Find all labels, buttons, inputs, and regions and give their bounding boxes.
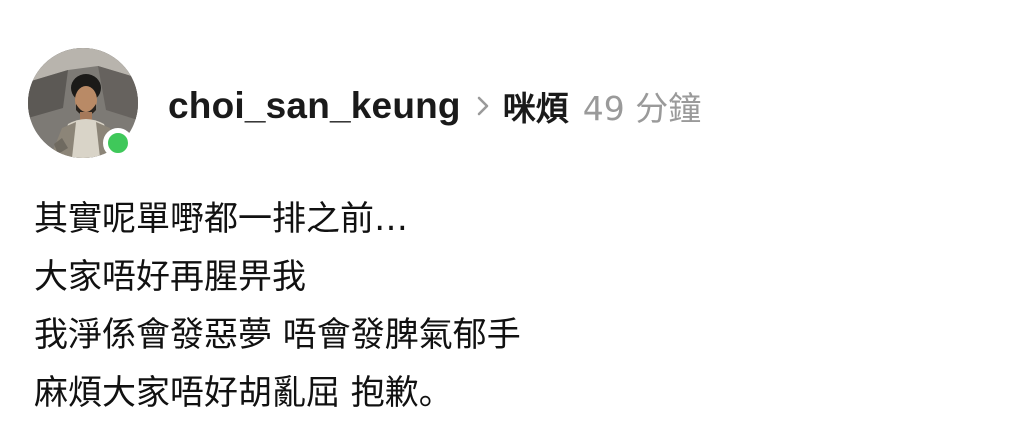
post-line: 我淨係會發惡夢 唔會發脾氣郁手 xyxy=(34,315,521,355)
topic-tag[interactable]: 咪煩 xyxy=(503,82,569,130)
post-line: 其實呢單嘢都一排之前… xyxy=(34,199,408,239)
threads-post: choi_san_keung 咪煩 49 分鐘 其實呢單嘢都一排之前… 大家唔好… xyxy=(0,0,1024,444)
username-link[interactable]: choi_san_keung xyxy=(168,85,461,127)
post-line: 大家唔好再腥畀我 xyxy=(34,257,306,297)
online-status-icon xyxy=(103,128,133,158)
chevron-right-icon xyxy=(475,94,491,118)
post-timestamp: 49 分鐘 xyxy=(582,89,702,128)
post-header: choi_san_keung 咪煩 49 分鐘 xyxy=(168,82,701,130)
post-line: 麻煩大家唔好胡亂屈 抱歉。 xyxy=(34,373,453,413)
post-body: 其實呢單嘢都一排之前… 大家唔好再腥畀我 我淨係會發惡夢 唔會發脾氣郁手 麻煩大… xyxy=(34,190,994,422)
